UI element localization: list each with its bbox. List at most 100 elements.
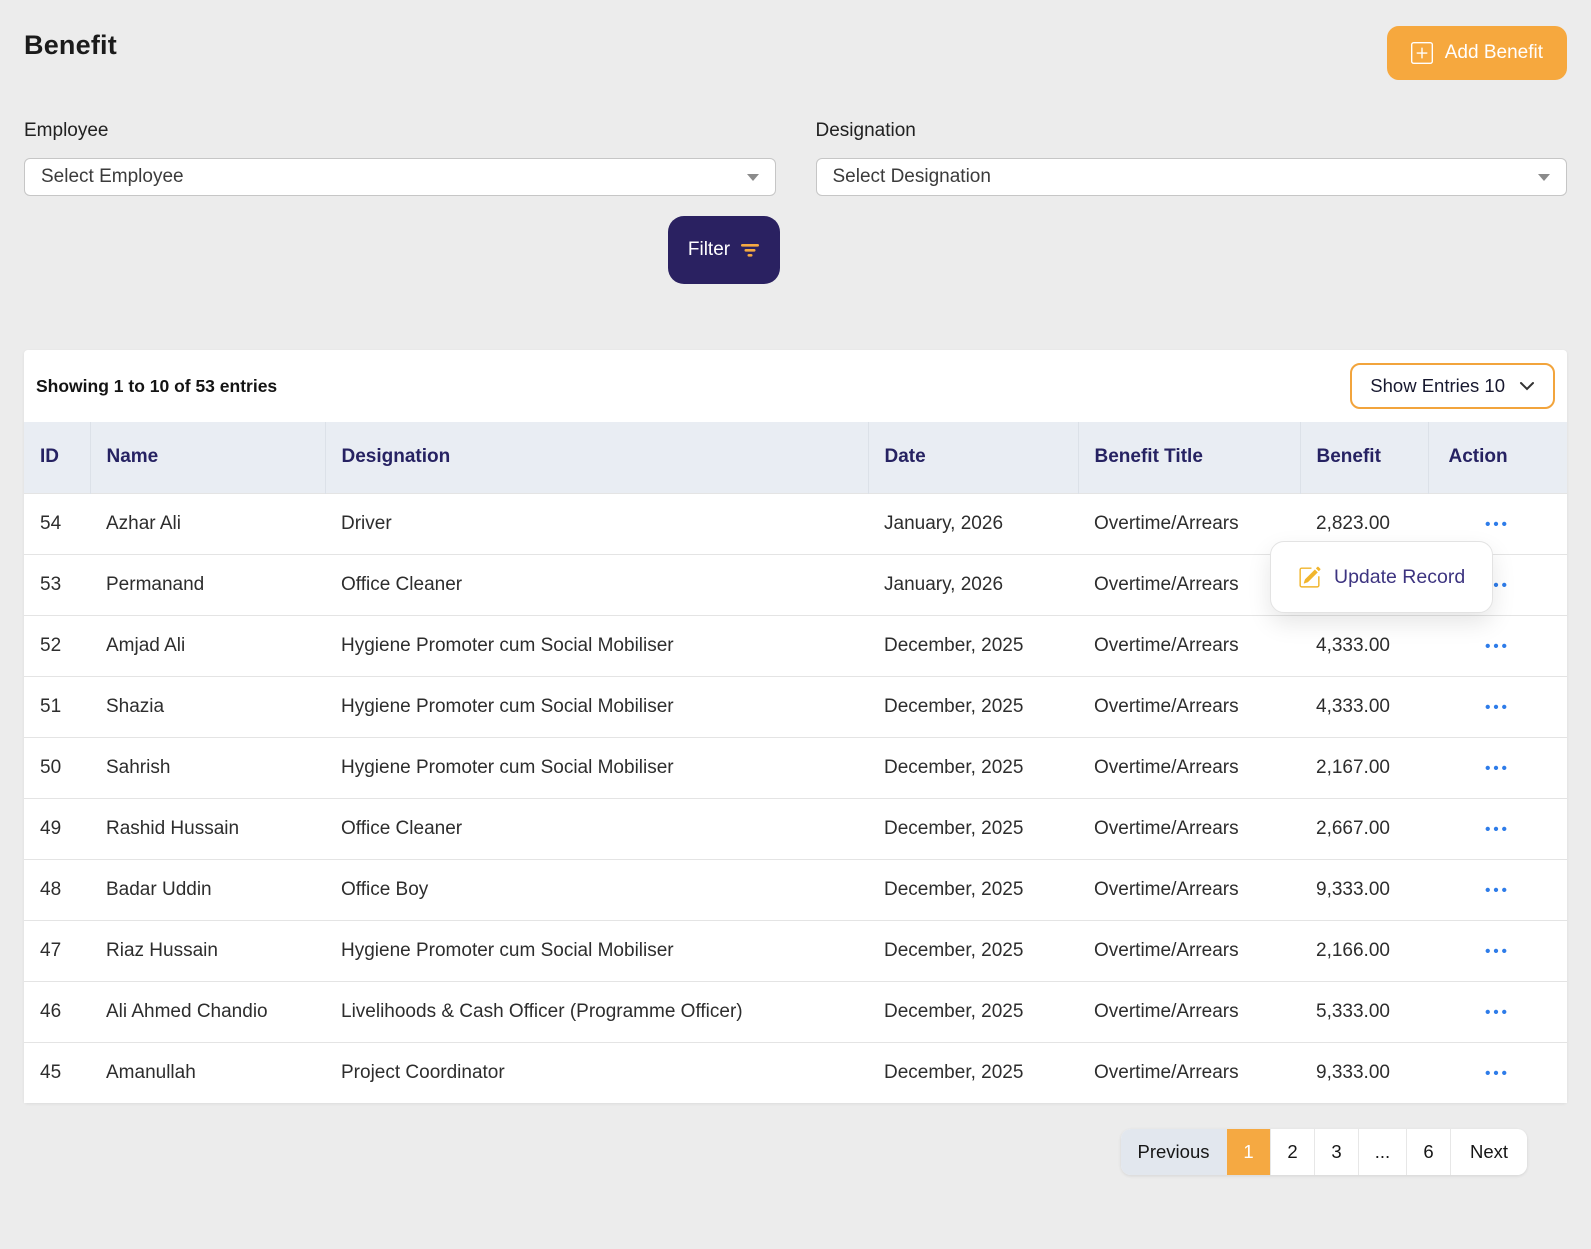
cell-name: Permanand [90, 554, 325, 615]
cell-action: ••• [1428, 615, 1567, 676]
cell-benefit: 5,333.00 [1300, 981, 1428, 1042]
row-actions-button[interactable]: ••• [1485, 882, 1510, 899]
column-header-date: Date [868, 422, 1078, 493]
cell-action: ••• [1428, 1042, 1567, 1103]
cell-id: 49 [24, 798, 90, 859]
update-record-label: Update Record [1334, 566, 1465, 589]
cell-name: Sahrish [90, 737, 325, 798]
cell-benefit-title: Overtime/Arrears [1078, 676, 1300, 737]
cell-date: December, 2025 [868, 737, 1078, 798]
cell-benefit: 9,333.00 [1300, 859, 1428, 920]
table-row: 52Amjad AliHygiene Promoter cum Social M… [24, 615, 1567, 676]
cell-date: December, 2025 [868, 615, 1078, 676]
cell-designation: Hygiene Promoter cum Social Mobiliser [325, 676, 868, 737]
row-actions-button[interactable]: ••• [1485, 943, 1510, 960]
cell-action: ••• [1428, 859, 1567, 920]
cell-name: Badar Uddin [90, 859, 325, 920]
pagination-page-3[interactable]: 3 [1314, 1129, 1358, 1175]
cell-name: Riaz Hussain [90, 920, 325, 981]
cell-id: 53 [24, 554, 90, 615]
table-row: 47Riaz HussainHygiene Promoter cum Socia… [24, 920, 1567, 981]
cell-designation: Office Cleaner [325, 798, 868, 859]
pagination-page-2[interactable]: 2 [1270, 1129, 1314, 1175]
cell-date: December, 2025 [868, 798, 1078, 859]
pagination: Previous123...6Next [1121, 1129, 1527, 1175]
cell-action: ••• [1428, 737, 1567, 798]
cell-action: ••• [1428, 676, 1567, 737]
filter-button[interactable]: Filter [668, 216, 780, 284]
cell-designation: Hygiene Promoter cum Social Mobiliser [325, 615, 868, 676]
table-row: 48Badar UddinOffice BoyDecember, 2025Ove… [24, 859, 1567, 920]
row-actions-button[interactable]: ••• [1485, 638, 1510, 655]
row-actions-button[interactable]: ••• [1485, 821, 1510, 838]
cell-date: December, 2025 [868, 1042, 1078, 1103]
row-actions-button[interactable]: ••• [1485, 1004, 1510, 1021]
cell-action: ••• [1428, 798, 1567, 859]
employee-label: Employee [24, 120, 776, 142]
pagination-ellipsis[interactable]: ... [1358, 1129, 1406, 1175]
row-actions-button[interactable]: ••• [1485, 1065, 1510, 1082]
pagination-previous[interactable]: Previous [1121, 1129, 1226, 1175]
employee-select[interactable]: Select Employee [24, 158, 776, 196]
row-actions-button[interactable]: ••• [1485, 516, 1510, 533]
plus-square-icon [1411, 42, 1433, 64]
cell-designation: Office Cleaner [325, 554, 868, 615]
pagination-page-6[interactable]: 6 [1406, 1129, 1450, 1175]
add-benefit-button[interactable]: Add Benefit [1387, 26, 1567, 80]
cell-designation: Hygiene Promoter cum Social Mobiliser [325, 920, 868, 981]
filter-button-label: Filter [688, 239, 730, 261]
pagination-next[interactable]: Next [1450, 1129, 1527, 1175]
cell-id: 45 [24, 1042, 90, 1103]
cell-id: 46 [24, 981, 90, 1042]
page-title: Benefit [24, 30, 117, 61]
column-header-name: Name [90, 422, 325, 493]
cell-id: 47 [24, 920, 90, 981]
cell-benefit-title: Overtime/Arrears [1078, 493, 1300, 554]
table-row: 50SahrishHygiene Promoter cum Social Mob… [24, 737, 1567, 798]
column-header-action: Action [1428, 422, 1567, 493]
cell-date: December, 2025 [868, 981, 1078, 1042]
column-header-designation: Designation [325, 422, 868, 493]
cell-id: 54 [24, 493, 90, 554]
cell-benefit-title: Overtime/Arrears [1078, 615, 1300, 676]
row-actions-button[interactable]: ••• [1485, 699, 1510, 716]
chevron-down-icon [747, 174, 759, 181]
update-record-menu-item[interactable]: Update Record [1270, 541, 1493, 613]
pagination-page-1[interactable]: 1 [1226, 1129, 1270, 1175]
row-actions-button[interactable]: ••• [1485, 760, 1510, 777]
cell-designation: Livelihoods & Cash Officer (Programme Of… [325, 981, 868, 1042]
cell-benefit-title: Overtime/Arrears [1078, 859, 1300, 920]
cell-benefit: 2,166.00 [1300, 920, 1428, 981]
table-row: 46Ali Ahmed ChandioLivelihoods & Cash Of… [24, 981, 1567, 1042]
cell-name: Azhar Ali [90, 493, 325, 554]
designation-select[interactable]: Select Designation [816, 158, 1568, 196]
cell-name: Shazia [90, 676, 325, 737]
designation-label: Designation [816, 120, 1568, 142]
employee-field: Employee Select Employee [24, 120, 776, 196]
cell-benefit-title: Overtime/Arrears [1078, 920, 1300, 981]
cell-benefit-title: Overtime/Arrears [1078, 981, 1300, 1042]
show-entries-label: Show Entries 10 [1370, 375, 1505, 397]
column-header-benefit: Benefit [1300, 422, 1428, 493]
cell-date: January, 2026 [868, 493, 1078, 554]
cell-date: December, 2025 [868, 920, 1078, 981]
chevron-down-icon [1519, 381, 1535, 391]
cell-action: ••• [1428, 920, 1567, 981]
designation-select-value: Select Designation [833, 166, 991, 188]
filter-lines-icon [740, 243, 760, 258]
cell-benefit: 4,333.00 [1300, 615, 1428, 676]
edit-pencil-icon [1298, 566, 1321, 589]
cell-date: January, 2026 [868, 554, 1078, 615]
cell-name: Amjad Ali [90, 615, 325, 676]
cell-id: 51 [24, 676, 90, 737]
table-row: 49Rashid HussainOffice CleanerDecember, … [24, 798, 1567, 859]
cell-benefit: 4,333.00 [1300, 676, 1428, 737]
add-benefit-label: Add Benefit [1445, 42, 1543, 64]
table-row: 51ShaziaHygiene Promoter cum Social Mobi… [24, 676, 1567, 737]
cell-benefit: 2,167.00 [1300, 737, 1428, 798]
chevron-down-icon [1538, 174, 1550, 181]
cell-benefit-title: Overtime/Arrears [1078, 554, 1300, 615]
show-entries-button[interactable]: Show Entries 10 [1350, 363, 1555, 409]
filters-section: Employee Select Employee Designation Sel… [24, 120, 1567, 196]
cell-benefit: 2,667.00 [1300, 798, 1428, 859]
